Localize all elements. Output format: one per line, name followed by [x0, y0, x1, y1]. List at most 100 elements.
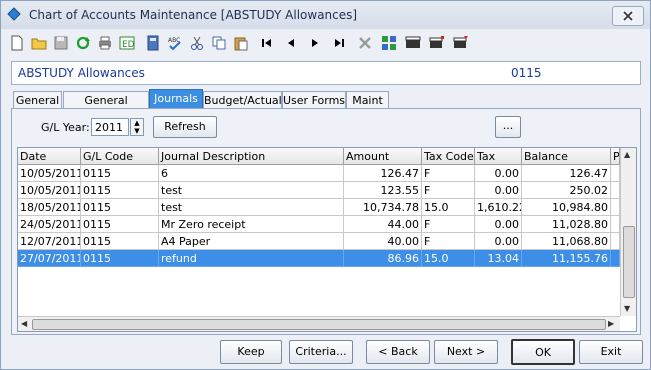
account-code: 0115 [511, 66, 542, 80]
gl-year-spinner[interactable]: ▲ ▼ [130, 118, 144, 136]
cell-description: A4 Paper [159, 233, 344, 250]
cell-tax-code: 15.0 [422, 199, 475, 216]
vertical-scrollbar[interactable]: ▲ ▼ [620, 148, 636, 316]
tab-strip: General General Ledger Journals Budget/A… [13, 89, 643, 124]
previous-record-icon[interactable] [281, 33, 301, 53]
cell-tax-code: F [422, 182, 475, 199]
ellipsis-button[interactable]: ... [495, 116, 521, 138]
criteria-button[interactable]: Criteria... [289, 340, 353, 364]
horizontal-scrollbar[interactable]: ◀ ▶ [18, 316, 620, 331]
spin-down-icon[interactable]: ▼ [131, 127, 143, 135]
delete-icon[interactable] [355, 33, 375, 53]
scroll-up-icon[interactable]: ▲ [624, 150, 630, 159]
cell-amount: 44.00 [344, 216, 422, 233]
table-row[interactable]: 10/05/2011 0115 6 126.47 F 0.00 126.47 [18, 165, 620, 182]
close-icon [623, 11, 633, 21]
spellcheck-icon[interactable]: ABC [165, 33, 185, 53]
edit-icon[interactable]: ED [117, 33, 137, 53]
svg-text:ED: ED [122, 40, 135, 50]
col-header-date[interactable]: Date [18, 148, 81, 165]
next-button[interactable]: Next > [434, 340, 498, 364]
cell-tax: 0.00 [475, 165, 522, 182]
film-remove-icon[interactable] [451, 33, 471, 53]
col-header-tax[interactable]: Tax [475, 148, 522, 165]
table-row[interactable]: 12/07/2011 0115 A4 Paper 40.00 F 0.00 11… [18, 233, 620, 250]
table-row[interactable]: 10/05/2011 0115 test 123.55 F 0.00 250.0… [18, 182, 620, 199]
cell-gl-code: 0115 [81, 233, 159, 250]
journals-grid: Date G/L Code Journal Description Amount… [17, 147, 637, 332]
paste-icon[interactable] [231, 33, 251, 53]
next-record-icon[interactable] [305, 33, 325, 53]
calculator-icon[interactable] [143, 33, 163, 53]
tab-general-ledger[interactable]: General Ledger [63, 91, 149, 124]
cell-p [611, 199, 620, 216]
cell-tax: 0.00 [475, 233, 522, 250]
print-icon[interactable] [95, 33, 115, 53]
film-icon[interactable] [403, 33, 423, 53]
cell-amount: 126.47 [344, 165, 422, 182]
exit-button[interactable]: Exit [579, 340, 643, 364]
scroll-right-icon[interactable]: ▶ [608, 319, 614, 328]
ok-button[interactable]: OK [511, 339, 575, 365]
cell-amount: 40.00 [344, 233, 422, 250]
cell-tax-code: F [422, 233, 475, 250]
toolbar: ED ABC [7, 31, 645, 55]
cell-date: 10/05/2011 [18, 182, 81, 199]
table-row[interactable]: 18/05/2011 0115 test 10,734.78 15.0 1,61… [18, 199, 620, 216]
open-icon[interactable] [29, 33, 49, 53]
tab-budget-actual[interactable]: Budget/Actual [203, 91, 282, 109]
last-record-icon[interactable] [329, 33, 349, 53]
col-header-gl-code[interactable]: G/L Code [81, 148, 159, 165]
table-row[interactable]: 24/05/2011 0115 Mr Zero receipt 44.00 F … [18, 216, 620, 233]
save-icon[interactable] [51, 33, 71, 53]
network-icon[interactable] [379, 33, 399, 53]
gl-year-label: G/L Year: [41, 121, 90, 134]
cell-balance: 126.47 [522, 165, 611, 182]
cell-balance: 11,155.76 [522, 250, 611, 267]
cell-date: 18/05/2011 [18, 199, 81, 216]
cell-amount: 10,734.78 [344, 199, 422, 216]
cell-tax: 0.00 [475, 216, 522, 233]
gl-year-input[interactable]: 2011 [91, 118, 129, 136]
cell-description: test [159, 199, 344, 216]
tab-maint[interactable]: Maint [346, 91, 389, 109]
spin-up-icon[interactable]: ▲ [131, 119, 143, 127]
cell-date: 10/05/2011 [18, 165, 81, 182]
scroll-down-icon[interactable]: ▼ [624, 304, 630, 313]
vertical-scroll-thumb[interactable] [623, 226, 635, 298]
new-icon[interactable] [7, 33, 27, 53]
copy-icon[interactable] [209, 33, 229, 53]
cell-tax-code: F [422, 216, 475, 233]
account-header: ABSTUDY Allowances 0115 [11, 61, 641, 85]
back-button[interactable]: < Back [366, 340, 430, 364]
refresh-icon[interactable] [73, 33, 93, 53]
cell-date: 24/05/2011 [18, 216, 81, 233]
account-name: ABSTUDY Allowances [18, 66, 145, 80]
col-header-balance[interactable]: Balance [522, 148, 611, 165]
first-record-icon[interactable] [257, 33, 277, 53]
film-add-icon[interactable] [427, 33, 447, 53]
scroll-left-icon[interactable]: ◀ [21, 319, 27, 328]
cut-icon[interactable] [187, 33, 207, 53]
cell-date: 27/07/2011 [18, 250, 81, 267]
close-button[interactable] [612, 6, 644, 26]
tab-general[interactable]: General [13, 91, 62, 109]
table-row-selected[interactable]: 27/07/2011 0115 refund 86.96 15.0 13.04 … [18, 250, 620, 267]
chart-of-accounts-window: Chart of Accounts Maintenance [ABSTUDY A… [0, 0, 651, 370]
cell-description: 6 [159, 165, 344, 182]
keep-button[interactable]: Keep [220, 340, 282, 364]
tab-user-forms[interactable]: User Forms [282, 91, 346, 109]
refresh-button[interactable]: Refresh [153, 116, 217, 138]
col-header-tax-code[interactable]: Tax Code [422, 148, 475, 165]
cell-description: test [159, 182, 344, 199]
horizontal-scroll-thumb[interactable] [32, 319, 606, 330]
cell-balance: 10,984.80 [522, 199, 611, 216]
cell-amount: 123.55 [344, 182, 422, 199]
cell-p [611, 250, 620, 267]
col-header-amount[interactable]: Amount [344, 148, 422, 165]
col-header-journal-description[interactable]: Journal Description [159, 148, 344, 165]
tab-journals[interactable]: Journals [149, 89, 203, 110]
cell-tax: 0.00 [475, 182, 522, 199]
cell-gl-code: 0115 [81, 199, 159, 216]
col-header-p[interactable]: P [611, 148, 620, 165]
